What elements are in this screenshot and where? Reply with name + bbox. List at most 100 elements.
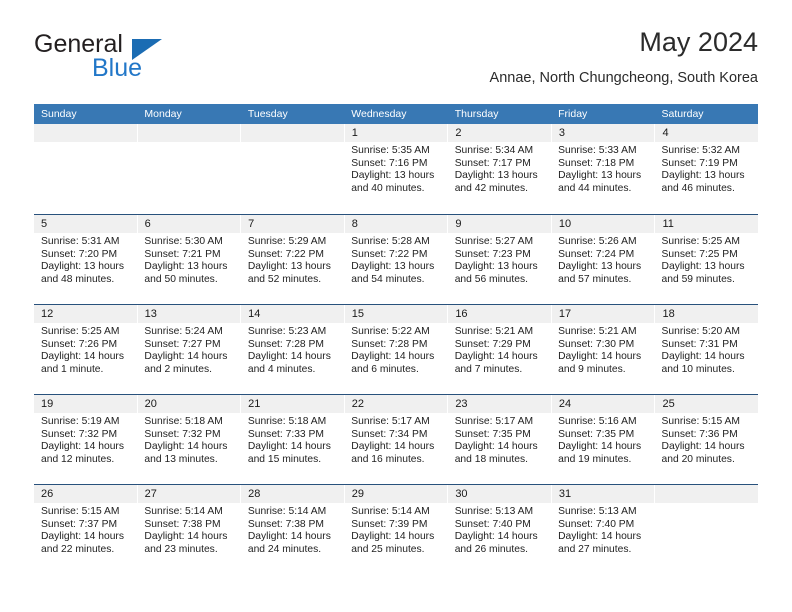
day-daylight-2-text: and 18 minutes. xyxy=(454,453,528,465)
day-sunrise-text: Sunrise: 5:18 AM xyxy=(247,416,327,427)
weekday-header-row: Sunday Monday Tuesday Wednesday Thursday Frid… xyxy=(34,104,758,124)
day-cell-3[interactable]: Sunrise: 5:33 AM Sunset: 7:18 PM Daylight:… xyxy=(551,142,654,214)
day-sunrise-text: Sunrise: 5:30 AM xyxy=(144,236,223,247)
day-sunrise-text: Sunrise: 5:19 AM xyxy=(41,416,120,427)
day-daylight-1-text: Daylight: 13 hours xyxy=(351,170,435,182)
day-daylight-2-text: and 54 minutes. xyxy=(351,273,425,285)
day-daylight-2-text: and 20 minutes. xyxy=(661,453,735,465)
week-day-number-band: 1234 xyxy=(34,124,758,142)
day-number-9[interactable]: 9 xyxy=(447,215,551,233)
day-sunrise-text: Sunrise: 5:33 AM xyxy=(558,145,637,156)
day-cell-22[interactable]: Sunrise: 5:17 AM Sunset: 7:34 PM Daylight:… xyxy=(344,413,447,485)
day-cell-23[interactable]: Sunrise: 5:17 AM Sunset: 7:35 PM Daylight:… xyxy=(448,413,551,485)
day-number-18[interactable]: 18 xyxy=(654,305,758,323)
day-cell-31[interactable]: Sunrise: 5:13 AM Sunset: 7:40 PM Daylight:… xyxy=(551,503,654,575)
day-number-20[interactable]: 20 xyxy=(136,395,241,413)
day-number-14[interactable]: 14 xyxy=(240,305,344,323)
day-number-11[interactable]: 11 xyxy=(654,215,758,233)
day-daylight-2-text: and 44 minutes. xyxy=(558,182,632,194)
day-number-29[interactable]: 29 xyxy=(343,485,448,503)
calendar-weeks: 1 2 3 4 Sunrise: 5:35 AM Sunset: 7:16 PM Dayli… xyxy=(34,124,758,574)
day-daylight-2-text: and 59 minutes. xyxy=(661,273,735,285)
day-cell-10[interactable]: Sunrise: 5:26 AM Sunset: 7:24 PM Daylight:… xyxy=(551,233,654,305)
day-sunset-text: Sunset: 7:25 PM xyxy=(661,248,738,260)
day-cell-18[interactable]: Sunrise: 5:20 AM Sunset: 7:31 PM Daylight:… xyxy=(655,323,758,395)
day-cell-4[interactable]: Sunrise: 5:32 AM Sunset: 7:19 PM Daylight:… xyxy=(655,142,758,214)
day-number-4[interactable]: 4 xyxy=(654,124,758,142)
day-cell-7[interactable]: Sunrise: 5:29 AM Sunset: 7:22 PM Daylight:… xyxy=(241,233,344,305)
day-sunset-text: Sunset: 7:36 PM xyxy=(661,428,738,440)
day-number-15[interactable]: 15 xyxy=(343,305,448,323)
day-cell-30[interactable]: Sunrise: 5:13 AM Sunset: 7:40 PM Daylight:… xyxy=(448,503,551,575)
calendar-week-row: 12 13 14 15 16 17 18 Sunrise: 5:25 AM Sunset: 7:… xyxy=(34,304,758,394)
day-number-23[interactable]: 23 xyxy=(447,395,551,413)
day-number-31[interactable]: 31 xyxy=(550,485,655,503)
day-number-12[interactable]: 12 xyxy=(34,305,137,323)
day-daylight-2-text: and 9 minutes. xyxy=(558,363,626,375)
day-cell-2[interactable]: Sunrise: 5:34 AM Sunset: 7:17 PM Daylight:… xyxy=(448,142,551,214)
day-sunset-text: Sunset: 7:19 PM xyxy=(661,157,738,169)
day-sunrise-text: Sunrise: 5:13 AM xyxy=(558,506,637,517)
day-number-5[interactable]: 5 xyxy=(34,215,137,233)
day-cell-29[interactable]: Sunrise: 5:14 AM Sunset: 7:39 PM Daylight:… xyxy=(344,503,447,575)
day-number-26[interactable]: 26 xyxy=(34,485,137,503)
day-cell-6[interactable]: Sunrise: 5:30 AM Sunset: 7:21 PM Daylight:… xyxy=(137,233,240,305)
day-sunset-text: Sunset: 7:39 PM xyxy=(351,518,428,530)
day-number-8[interactable]: 8 xyxy=(343,215,448,233)
day-number-19[interactable]: 19 xyxy=(34,395,137,413)
day-number-16[interactable]: 16 xyxy=(447,305,551,323)
day-cell-17[interactable]: Sunrise: 5:21 AM Sunset: 7:30 PM Daylight:… xyxy=(551,323,654,395)
day-cell-9[interactable]: Sunrise: 5:27 AM Sunset: 7:23 PM Daylight:… xyxy=(448,233,551,305)
day-cell-16[interactable]: Sunrise: 5:21 AM Sunset: 7:29 PM Daylight:… xyxy=(448,323,551,395)
day-cell-5[interactable]: Sunrise: 5:31 AM Sunset: 7:20 PM Daylight:… xyxy=(34,233,137,305)
day-sunrise-text: Sunrise: 5:31 AM xyxy=(41,236,120,247)
calendar-week-row: 5 6 7 8 9 10 11 Sunrise: 5:31 AM Sunset: 7:20 PM… xyxy=(34,214,758,304)
day-cell-28[interactable]: Sunrise: 5:14 AM Sunset: 7:38 PM Daylight:… xyxy=(241,503,344,575)
day-cell-19[interactable]: Sunrise: 5:19 AM Sunset: 7:32 PM Daylight:… xyxy=(34,413,137,485)
day-sunrise-text: Sunrise: 5:32 AM xyxy=(661,145,740,156)
day-number-21[interactable]: 21 xyxy=(240,395,344,413)
day-daylight-2-text: and 6 minutes. xyxy=(351,363,419,375)
day-cell-empty xyxy=(655,503,758,575)
day-number-25[interactable]: 25 xyxy=(654,395,758,413)
general-blue-logo[interactable]: General Blue xyxy=(34,30,214,86)
day-cell-27[interactable]: Sunrise: 5:14 AM Sunset: 7:38 PM Daylight:… xyxy=(137,503,240,575)
day-cell-21[interactable]: Sunrise: 5:18 AM Sunset: 7:33 PM Daylight:… xyxy=(241,413,344,485)
day-number-10[interactable]: 10 xyxy=(550,215,655,233)
day-cell-20[interactable]: Sunrise: 5:18 AM Sunset: 7:32 PM Daylight:… xyxy=(137,413,240,485)
day-number-empty xyxy=(34,124,137,142)
day-sunrise-text: Sunrise: 5:23 AM xyxy=(247,326,327,337)
day-number-2[interactable]: 2 xyxy=(447,124,551,142)
day-cell-15[interactable]: Sunrise: 5:22 AM Sunset: 7:28 PM Daylight:… xyxy=(344,323,447,395)
day-cell-24[interactable]: Sunrise: 5:16 AM Sunset: 7:35 PM Daylight:… xyxy=(551,413,654,485)
day-sunrise-text: Sunrise: 5:18 AM xyxy=(144,416,223,427)
day-number-7[interactable]: 7 xyxy=(240,215,344,233)
day-cell-13[interactable]: Sunrise: 5:24 AM Sunset: 7:27 PM Daylight:… xyxy=(137,323,240,395)
day-sunrise-text: Sunrise: 5:15 AM xyxy=(661,416,740,427)
day-daylight-1-text: Daylight: 14 hours xyxy=(558,531,642,543)
day-cell-14[interactable]: Sunrise: 5:23 AM Sunset: 7:28 PM Daylight:… xyxy=(241,323,344,395)
day-number-22[interactable]: 22 xyxy=(343,395,448,413)
day-cell-26[interactable]: Sunrise: 5:15 AM Sunset: 7:37 PM Daylight:… xyxy=(34,503,137,575)
day-number-3[interactable]: 3 xyxy=(550,124,655,142)
day-number-24[interactable]: 24 xyxy=(550,395,655,413)
day-cell-11[interactable]: Sunrise: 5:25 AM Sunset: 7:25 PM Daylight:… xyxy=(655,233,758,305)
day-number-6[interactable]: 6 xyxy=(136,215,241,233)
day-cell-8[interactable]: Sunrise: 5:28 AM Sunset: 7:22 PM Daylight:… xyxy=(344,233,447,305)
day-daylight-2-text: and 19 minutes. xyxy=(558,453,632,465)
logo-text-blue: Blue xyxy=(92,54,143,82)
day-daylight-1-text: Daylight: 14 hours xyxy=(351,441,435,453)
day-daylight-2-text: and 26 minutes. xyxy=(454,543,528,555)
day-number-30[interactable]: 30 xyxy=(447,485,551,503)
day-number-27[interactable]: 27 xyxy=(136,485,241,503)
day-number-13[interactable]: 13 xyxy=(136,305,241,323)
day-daylight-1-text: Daylight: 13 hours xyxy=(351,261,435,273)
day-cell-1[interactable]: Sunrise: 5:35 AM Sunset: 7:16 PM Daylight:… xyxy=(344,142,447,214)
day-cell-25[interactable]: Sunrise: 5:15 AM Sunset: 7:36 PM Daylight:… xyxy=(655,413,758,485)
day-sunrise-text: Sunrise: 5:21 AM xyxy=(454,326,534,337)
day-number-1[interactable]: 1 xyxy=(343,124,448,142)
day-cell-12[interactable]: Sunrise: 5:25 AM Sunset: 7:26 PM Daylight:… xyxy=(34,323,137,395)
day-number-17[interactable]: 17 xyxy=(550,305,655,323)
day-sunset-text: Sunset: 7:29 PM xyxy=(454,338,531,350)
day-number-28[interactable]: 28 xyxy=(240,485,344,503)
